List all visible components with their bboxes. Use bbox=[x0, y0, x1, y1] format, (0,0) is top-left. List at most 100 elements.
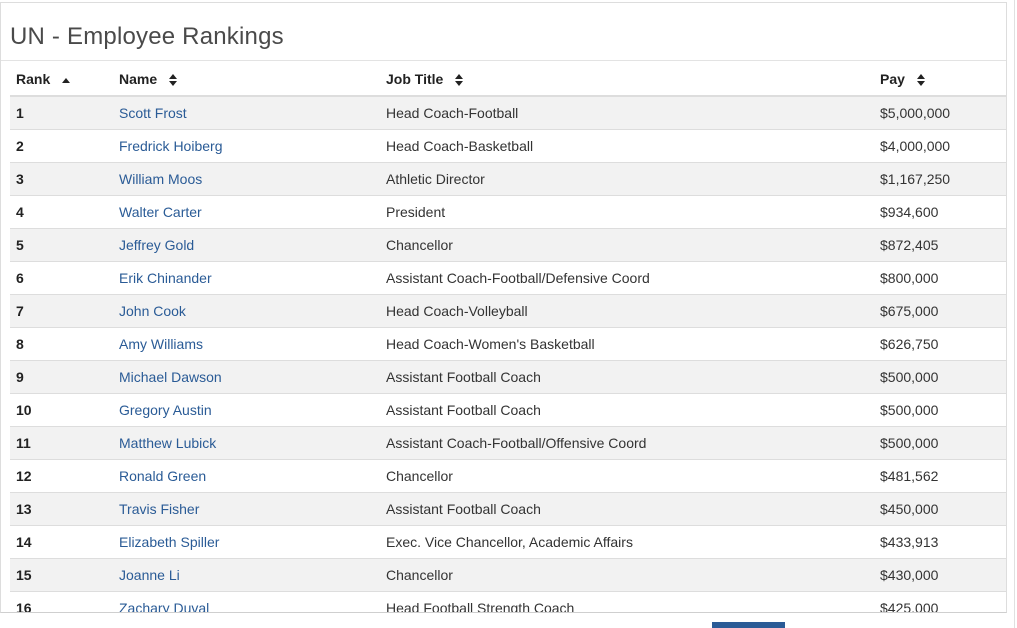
name-cell: William Moos bbox=[113, 162, 380, 196]
sort-both-icon bbox=[455, 73, 464, 86]
table-row: 16 Zachary Duval Head Football Strength Co… bbox=[10, 591, 1006, 612]
pay-cell: $626,750 bbox=[874, 327, 1006, 361]
employee-name-link[interactable]: Jeffrey Gold bbox=[119, 237, 194, 253]
table-row: 9 Michael Dawson Assistant Football Coach $… bbox=[10, 360, 1006, 394]
column-header-job-title[interactable]: Job Title bbox=[380, 62, 874, 97]
table-row: 4 Walter Carter President $934,600 bbox=[10, 195, 1006, 229]
job-title-cell: Assistant Football Coach bbox=[380, 393, 874, 427]
rank-cell: 14 bbox=[10, 525, 113, 559]
rank-cell: 4 bbox=[10, 195, 113, 229]
table-row: 6 Erik Chinander Assistant Coach-Football/… bbox=[10, 261, 1006, 295]
employee-name-link[interactable]: Joanne Li bbox=[119, 567, 180, 583]
table-row: 15 Joanne Li Chancellor $430,000 bbox=[10, 558, 1006, 592]
job-title-cell: Chancellor bbox=[380, 228, 874, 262]
employee-name-link[interactable]: Zachary Duval bbox=[119, 600, 209, 612]
name-cell: Scott Frost bbox=[113, 95, 380, 130]
rank-cell: 13 bbox=[10, 492, 113, 526]
name-cell: Erik Chinander bbox=[113, 261, 380, 295]
table-row: 14 Elizabeth Spiller Exec. Vice Chancellor… bbox=[10, 525, 1006, 559]
employee-name-link[interactable]: Ronald Green bbox=[119, 468, 206, 484]
employee-name-link[interactable]: Walter Carter bbox=[119, 204, 202, 220]
pay-cell: $800,000 bbox=[874, 261, 1006, 295]
pay-cell: $433,913 bbox=[874, 525, 1006, 559]
column-header-rank[interactable]: Rank bbox=[10, 62, 113, 97]
rank-cell: 12 bbox=[10, 459, 113, 493]
table-row: 13 Travis Fisher Assistant Football Coach $… bbox=[10, 492, 1006, 526]
employee-name-link[interactable]: Gregory Austin bbox=[119, 402, 212, 418]
pay-cell: $5,000,000 bbox=[874, 95, 1006, 130]
name-cell: Joanne Li bbox=[113, 558, 380, 592]
employee-name-link[interactable]: Michael Dawson bbox=[119, 369, 222, 385]
rank-cell: 3 bbox=[10, 162, 113, 196]
job-title-cell: Head Football Strength Coach bbox=[380, 591, 874, 612]
table-row: 3 William Moos Athletic Director $1,167,250 bbox=[10, 162, 1006, 196]
employee-name-link[interactable]: John Cook bbox=[119, 303, 186, 319]
rank-cell: 16 bbox=[10, 591, 113, 612]
pay-cell: $934,600 bbox=[874, 195, 1006, 229]
title-divider bbox=[1, 60, 1006, 61]
pay-cell: $872,405 bbox=[874, 228, 1006, 262]
name-cell: Jeffrey Gold bbox=[113, 228, 380, 262]
job-title-cell: Assistant Coach-Football/Offensive Coord bbox=[380, 426, 874, 460]
name-cell: Travis Fisher bbox=[113, 492, 380, 526]
rank-cell: 11 bbox=[10, 426, 113, 460]
column-header-label: Name bbox=[119, 70, 158, 87]
job-title-cell: Head Coach-Basketball bbox=[380, 129, 874, 163]
pay-cell: $430,000 bbox=[874, 558, 1006, 592]
table-row: 2 Fredrick Hoiberg Head Coach-Basketball $4… bbox=[10, 129, 1006, 163]
rank-cell: 10 bbox=[10, 393, 113, 427]
job-title-cell: Chancellor bbox=[380, 459, 874, 493]
horizontal-scrollbar-thumb[interactable] bbox=[712, 622, 785, 628]
job-title-cell: Exec. Vice Chancellor, Academic Affairs bbox=[380, 525, 874, 559]
job-title-cell: Athletic Director bbox=[380, 162, 874, 196]
job-title-cell: President bbox=[380, 195, 874, 229]
name-cell: Zachary Duval bbox=[113, 591, 380, 612]
name-cell: Matthew Lubick bbox=[113, 426, 380, 460]
employee-name-link[interactable]: Scott Frost bbox=[119, 105, 187, 121]
job-title-cell: Chancellor bbox=[380, 558, 874, 592]
employee-name-link[interactable]: Erik Chinander bbox=[119, 270, 212, 286]
name-cell: Amy Williams bbox=[113, 327, 380, 361]
job-title-cell: Head Coach-Women's Basketball bbox=[380, 327, 874, 361]
sort-ascending-icon bbox=[62, 77, 71, 83]
employee-name-link[interactable]: William Moos bbox=[119, 171, 202, 187]
pay-cell: $481,562 bbox=[874, 459, 1006, 493]
rank-cell: 5 bbox=[10, 228, 113, 262]
table-row: 8 Amy Williams Head Coach-Women's Basketba… bbox=[10, 327, 1006, 361]
name-cell: Michael Dawson bbox=[113, 360, 380, 394]
sort-both-icon bbox=[169, 73, 178, 86]
employee-name-link[interactable]: Elizabeth Spiller bbox=[119, 534, 219, 550]
rank-cell: 15 bbox=[10, 558, 113, 592]
job-title-cell: Assistant Football Coach bbox=[380, 492, 874, 526]
table-row: 5 Jeffrey Gold Chancellor $872,405 bbox=[10, 228, 1006, 262]
pay-cell: $500,000 bbox=[874, 360, 1006, 394]
table-row: 10 Gregory Austin Assistant Football Coach… bbox=[10, 393, 1006, 427]
employee-name-link[interactable]: Fredrick Hoiberg bbox=[119, 138, 222, 154]
rank-cell: 6 bbox=[10, 261, 113, 295]
table-body: 1 Scott Frost Head Coach-Football $5,000,00… bbox=[10, 95, 1006, 612]
job-title-cell: Head Coach-Football bbox=[380, 95, 874, 130]
name-cell: John Cook bbox=[113, 294, 380, 328]
rank-cell: 8 bbox=[10, 327, 113, 361]
pay-cell: $425,000 bbox=[874, 591, 1006, 612]
rank-cell: 9 bbox=[10, 360, 113, 394]
rankings-table: Rank Name Job Title Pay 1 Scott Frost He… bbox=[10, 62, 1006, 612]
page-edge-divider bbox=[1014, 0, 1015, 628]
pay-cell: $4,000,000 bbox=[874, 129, 1006, 163]
table-row: 12 Ronald Green Chancellor $481,562 bbox=[10, 459, 1006, 493]
pay-cell: $500,000 bbox=[874, 426, 1006, 460]
column-header-pay[interactable]: Pay bbox=[874, 62, 1006, 97]
employee-name-link[interactable]: Matthew Lubick bbox=[119, 435, 216, 451]
rank-cell: 2 bbox=[10, 129, 113, 163]
employee-name-link[interactable]: Amy Williams bbox=[119, 336, 203, 352]
table-row: 11 Matthew Lubick Assistant Coach-Football… bbox=[10, 426, 1006, 460]
rank-cell: 7 bbox=[10, 294, 113, 328]
name-cell: Ronald Green bbox=[113, 459, 380, 493]
employee-name-link[interactable]: Travis Fisher bbox=[119, 501, 199, 517]
job-title-cell: Assistant Football Coach bbox=[380, 360, 874, 394]
rankings-panel: UN - Employee Rankings Rank Name Job Tit… bbox=[0, 2, 1007, 613]
name-cell: Elizabeth Spiller bbox=[113, 525, 380, 559]
table-header-row: Rank Name Job Title Pay bbox=[10, 62, 1006, 97]
job-title-cell: Assistant Coach-Football/Defensive Coord bbox=[380, 261, 874, 295]
column-header-name[interactable]: Name bbox=[113, 62, 380, 97]
